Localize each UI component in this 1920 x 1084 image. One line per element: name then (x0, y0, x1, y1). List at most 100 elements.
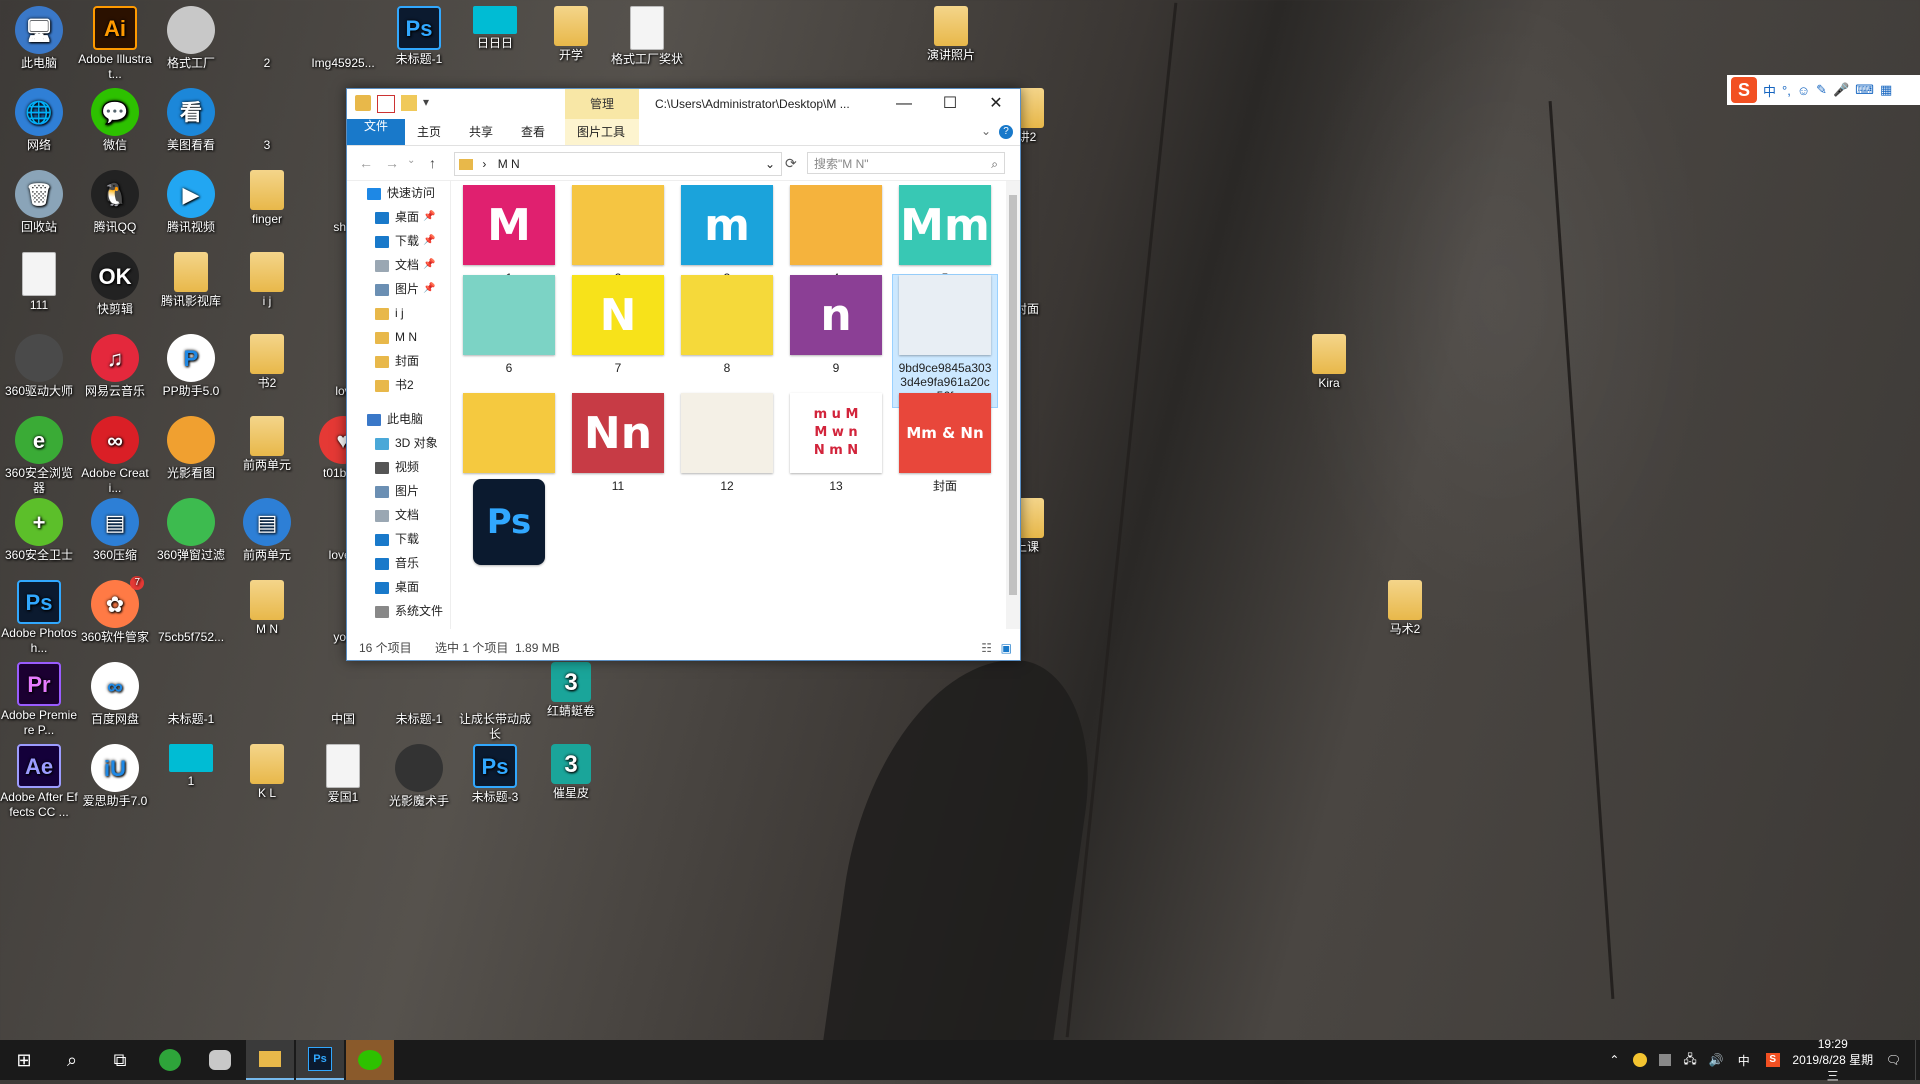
tab-view[interactable]: 查看 (509, 119, 557, 145)
desktop-icon[interactable]: finger (228, 170, 306, 227)
taskbar-format-factory-icon[interactable] (196, 1040, 244, 1080)
360-tray-icon[interactable] (1633, 1053, 1648, 1067)
volume-icon[interactable]: 🔊 (1709, 1053, 1724, 1067)
desktop-icon[interactable]: i j (228, 252, 306, 309)
tray-app-icon[interactable] (1659, 1054, 1672, 1066)
pen-icon[interactable]: ✎ (1816, 82, 1827, 98)
desktop-icon[interactable]: 360弹窗过滤 (152, 498, 230, 563)
emoji-icon[interactable]: ☺ (1797, 83, 1810, 98)
desktop-icon[interactable]: Kira (1290, 334, 1368, 391)
tab-share[interactable]: 共享 (457, 119, 505, 145)
desktop-icon[interactable]: 光影看图 (152, 416, 230, 481)
ime-indicator[interactable]: 中 (1738, 1052, 1750, 1069)
nav-item[interactable]: 下载 📌 (347, 229, 450, 253)
file-item[interactable]: 8 (675, 275, 779, 379)
desktop-icon[interactable]: 🌐 网络 (0, 88, 78, 153)
navigation-pane[interactable]: 快速访问 桌面 📌 下载 📌 文档 📌 图片 📌 i jM N 封面 书2 此电脑 3D 对象 视频 图片 文档… (347, 181, 451, 629)
vertical-scrollbar[interactable] (1006, 181, 1020, 629)
desktop-icon[interactable]: 3 红蜻蜓卷 (532, 662, 610, 719)
desktop-icon[interactable]: ✿ 7 360软件管家 (76, 576, 154, 645)
notification-icon[interactable]: 🗨 (1886, 1053, 1901, 1067)
desktop-icon[interactable]: M N (228, 580, 306, 637)
desktop-icon[interactable]: Ps 未标题-3 (456, 744, 534, 805)
nav-item[interactable]: M N (347, 325, 450, 349)
desktop-icon[interactable]: ▤ 360压缩 (76, 498, 154, 563)
desktop-icon[interactable]: 未标题-1 (380, 662, 458, 727)
ime-punct-toggle[interactable]: °, (1782, 83, 1791, 98)
forward-arrow-icon[interactable]: → (385, 155, 399, 171)
close-button[interactable]: ✕ (973, 89, 1019, 119)
desktop-icon[interactable]: 1 (152, 744, 230, 789)
nav-item[interactable]: 系统文件 (347, 599, 450, 623)
desktop-icon[interactable]: 360驱动大师 (0, 334, 78, 399)
desktop-icon[interactable]: 让成长带动成长 (456, 662, 534, 742)
desktop-icon[interactable]: 前两单元 (228, 416, 306, 473)
desktop-icon[interactable]: ∞ Adobe Creati... (76, 416, 154, 496)
ime-lang-toggle[interactable]: 中 (1763, 81, 1776, 100)
desktop-icon[interactable]: 看美图看看 (152, 88, 230, 153)
file-item[interactable]: 12 (675, 393, 779, 497)
file-item[interactable]: 9bd9ce9845a3033d4e9fa961a20c56f (892, 274, 998, 408)
desktop-icon[interactable]: Img45925... (304, 6, 382, 71)
large-icons-view-icon[interactable]: ▣ (1001, 636, 1012, 660)
nav-item[interactable]: i j (347, 301, 450, 325)
file-item[interactable]: Ps (457, 479, 561, 575)
taskbar-wechat-icon[interactable] (346, 1040, 394, 1080)
show-desktop-button[interactable] (1915, 1040, 1920, 1080)
grid-icon[interactable]: ▦ (1880, 82, 1892, 98)
desktop-icon[interactable]: ♫ 网易云音乐 (76, 334, 154, 399)
desktop-icon[interactable]: P PP助手5.0 (152, 334, 230, 399)
nav-item[interactable]: 图片 (347, 479, 450, 503)
desktop-icon[interactable]: ▶ 腾讯视频 (152, 170, 230, 235)
clock[interactable]: 19:29 2019/8/28 星期三 (1788, 1036, 1878, 1084)
desktop-icon[interactable]: e 360安全浏览器 (0, 416, 78, 496)
file-item[interactable]: n9 (784, 275, 888, 379)
desktop-icon[interactable]: 中国 (304, 662, 382, 727)
desktop-icon[interactable]: 2 (228, 6, 306, 71)
minimize-button[interactable]: — (881, 89, 927, 119)
nav-item[interactable]: 视频 (347, 455, 450, 479)
file-item[interactable]: Nn 11 (566, 393, 670, 497)
file-item[interactable]: M1 (457, 185, 561, 289)
desktop-icon[interactable]: 书2 (228, 334, 306, 391)
nav-item[interactable]: 3D 对象 (347, 431, 450, 455)
desktop-icon[interactable]: 演讲照片 (912, 6, 990, 63)
file-item[interactable]: 4 (784, 185, 888, 289)
file-item[interactable]: m3 (675, 185, 779, 289)
breadcrumb[interactable]: M N (498, 157, 520, 171)
taskbar-photoshop-icon[interactable]: Ps (296, 1040, 344, 1080)
desktop-icon[interactable]: 🖥 此电脑 (0, 6, 78, 71)
desktop-icon[interactable]: 格式工厂 (152, 6, 230, 71)
task-view-icon[interactable]: ⧉ (96, 1040, 144, 1080)
desktop-icon[interactable]: Ps 未标题-1 (380, 6, 458, 67)
file-item[interactable]: Mm & Nn 封面 (893, 393, 997, 497)
file-item[interactable]: N7 (566, 275, 670, 379)
chevron-down-icon[interactable]: ⌄ (765, 153, 775, 175)
help-icon[interactable]: ? (999, 125, 1013, 139)
microphone-icon[interactable]: 🎤 (1833, 82, 1849, 98)
ime-toolbar[interactable]: S 中 °, ☺ ✎ 🎤 ⌨ ▦ (1727, 75, 1920, 105)
desktop-icon[interactable]: ▤ 前两单元 (228, 498, 306, 563)
desktop-icon[interactable]: 3 (228, 88, 306, 153)
tab-home[interactable]: 主页 (405, 119, 453, 145)
up-arrow-icon[interactable]: ↑ (429, 155, 436, 171)
desktop-icon[interactable]: 🐧 腾讯QQ (76, 170, 154, 235)
desktop-icon[interactable]: OK 快剪辑 (76, 252, 154, 317)
network-icon[interactable]: 🖧 (1683, 1050, 1696, 1071)
desktop-icon[interactable]: Ai Adobe Illustrat... (76, 6, 154, 82)
desktop-icon[interactable]: 爱国1 (304, 744, 382, 805)
file-item[interactable]: 6 (457, 275, 561, 379)
desktop-icon[interactable]: 🗑 回收站 (0, 170, 78, 235)
title-bar[interactable]: ▾ 管理 C:\Users\Administrator\Desktop\M ..… (347, 89, 1020, 119)
new-folder-icon[interactable] (401, 95, 417, 111)
nav-item[interactable]: 文档 (347, 503, 450, 527)
chevron-down-icon[interactable]: ⌄ (981, 124, 991, 138)
maximize-button[interactable]: ☐ (927, 89, 973, 119)
desktop-icon[interactable]: K L (228, 744, 306, 801)
desktop-icon[interactable]: Ps Adobe Photosh... (0, 580, 78, 656)
desktop-icon[interactable]: 未标题-1 (152, 662, 230, 727)
desktop-icon[interactable]: 光影魔术手 (380, 744, 458, 809)
taskbar-360browser-icon[interactable] (146, 1040, 194, 1080)
nav-item[interactable]: 此电脑 (347, 407, 450, 431)
start-button[interactable]: ⊞ (0, 1040, 48, 1080)
